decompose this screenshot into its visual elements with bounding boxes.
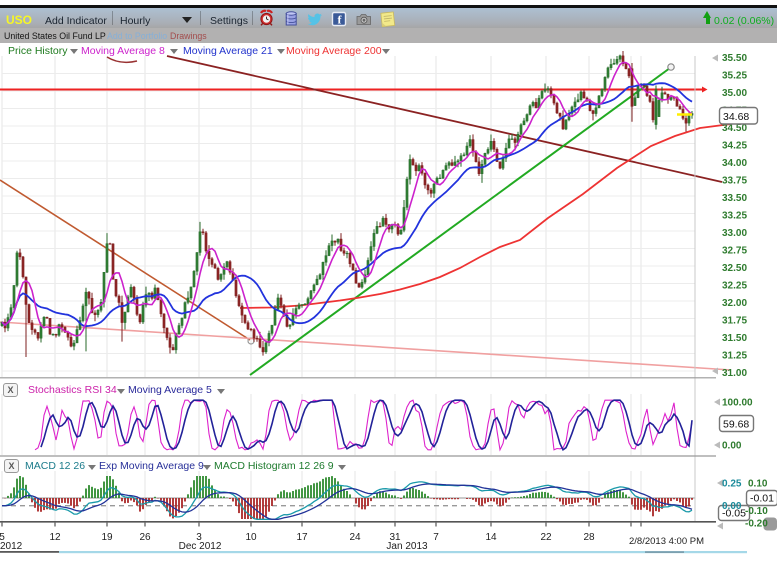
svg-text:32.50: 32.50 [722,263,747,274]
svg-text:26: 26 [139,532,151,543]
svg-text:-0.20: -0.20 [745,519,768,530]
svg-text:14: 14 [485,532,497,543]
svg-text:35.00: 35.00 [722,88,747,99]
svg-text:34.25: 34.25 [722,141,747,152]
svg-text:35.25: 35.25 [722,71,747,82]
svg-text:10: 10 [245,532,257,543]
svg-text:22: 22 [540,532,552,543]
svg-text:Jan 2013: Jan 2013 [386,541,428,552]
svg-text:59.68: 59.68 [723,419,749,431]
svg-text:100.00: 100.00 [722,398,753,409]
svg-text:0.25: 0.25 [722,479,742,490]
svg-text:0.00: 0.00 [722,501,742,512]
svg-text:Dec 2012: Dec 2012 [179,541,222,552]
svg-text:24: 24 [349,532,361,543]
svg-text:34.68: 34.68 [723,111,749,123]
svg-text:33.25: 33.25 [722,211,747,222]
svg-text:7: 7 [433,532,439,543]
svg-text:33.75: 33.75 [722,176,747,187]
svg-text:33.50: 33.50 [722,193,747,204]
svg-text:31.75: 31.75 [722,316,747,327]
svg-text:32.75: 32.75 [722,246,747,257]
svg-text:35.50: 35.50 [722,53,747,64]
svg-text:17: 17 [296,532,308,543]
svg-text:0.00: 0.00 [722,441,742,452]
svg-text:28: 28 [583,532,595,543]
svg-text:32.25: 32.25 [722,281,747,292]
svg-text:34.50: 34.50 [722,123,747,134]
svg-text:31.25: 31.25 [722,351,747,362]
svg-text:32.00: 32.00 [722,298,747,309]
svg-text:34.00: 34.00 [722,158,747,169]
svg-text:31.00: 31.00 [722,368,747,379]
svg-text:31.50: 31.50 [722,333,747,344]
svg-text:33.00: 33.00 [722,228,747,239]
svg-text:2/8/2013 4:00 PM: 2/8/2013 4:00 PM [629,536,704,547]
svg-text:0.10: 0.10 [748,479,768,490]
svg-text:-0.10: -0.10 [745,506,768,517]
svg-text:-0.01: -0.01 [750,493,774,505]
svg-text:19: 19 [101,532,113,543]
svg-text:12: 12 [49,532,61,543]
svg-text:2012: 2012 [0,541,23,552]
